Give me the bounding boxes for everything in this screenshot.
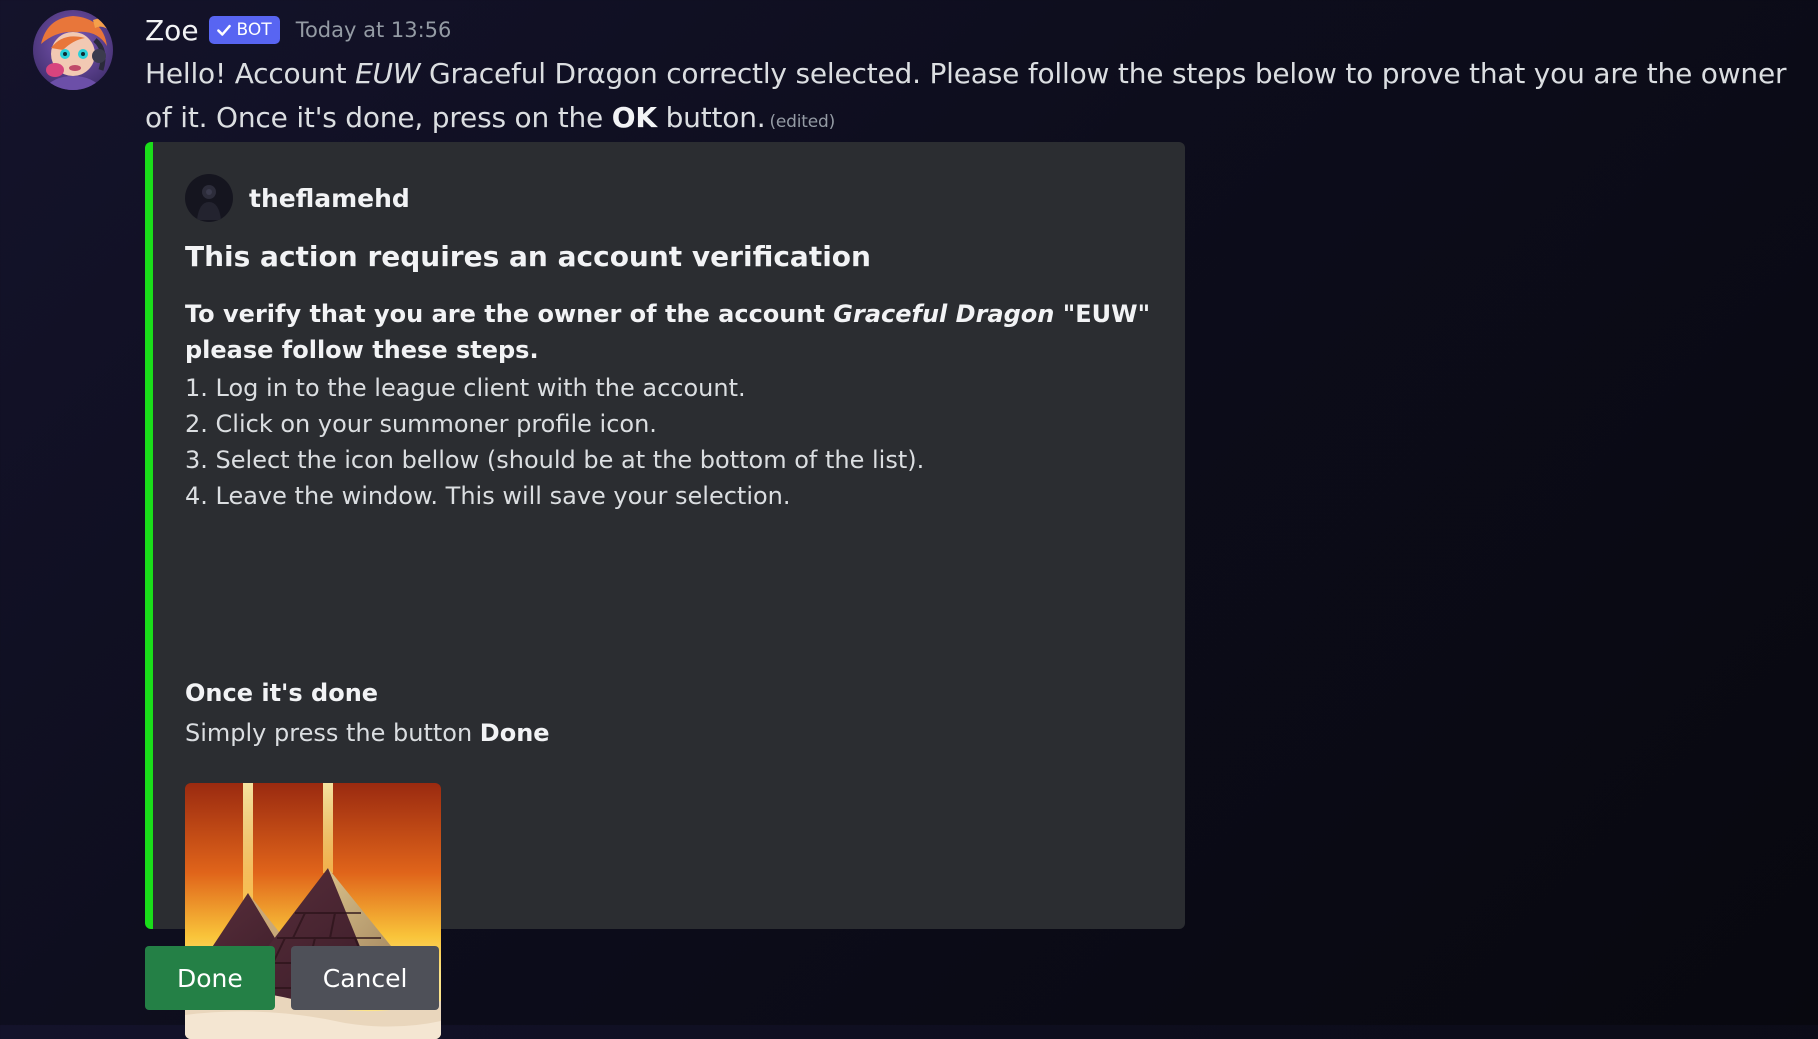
embed-title: This action requires an account verifica… bbox=[185, 240, 871, 273]
cancel-button[interactable]: Cancel bbox=[290, 946, 440, 1010]
bot-tag-label: BOT bbox=[236, 19, 272, 40]
field-name: Once it's done bbox=[185, 679, 379, 707]
field-value-bold: Done bbox=[479, 719, 550, 747]
message-region: EUW bbox=[355, 57, 421, 90]
timestamp[interactable]: Today at 13:56 bbox=[296, 18, 452, 42]
lead-text-part1: To verify that you are the owner of the … bbox=[185, 300, 834, 328]
chat-message: Zoe BOT Today at 13:56 Hello! Account EU… bbox=[0, 0, 1818, 1039]
message-header: Zoe BOT Today at 13:56 bbox=[145, 8, 451, 52]
step-item: 2. Click on your summoner profile icon. bbox=[185, 410, 657, 438]
verified-check-icon bbox=[216, 24, 231, 36]
done-button[interactable]: Done bbox=[145, 946, 275, 1010]
embed-author-avatar bbox=[185, 174, 233, 222]
embed-description: To verify that you are the owner of the … bbox=[185, 296, 1175, 514]
verification-embed: theflamehd This action requires an accou… bbox=[145, 142, 1185, 1039]
embed-field: Once it's done Simply press the button D… bbox=[185, 675, 1175, 751]
action-buttons: Done Cancel bbox=[145, 946, 440, 1010]
message-text-part1: Hello! Account bbox=[145, 57, 356, 90]
avatar-image bbox=[33, 10, 113, 90]
steps-list: 1. Log in to the league client with the … bbox=[185, 370, 1175, 514]
message-ok-word: OK bbox=[611, 101, 657, 134]
author-name[interactable]: Zoe bbox=[145, 14, 199, 47]
message-content: Hello! Account EUW Graceful Drαgon corre… bbox=[145, 52, 1805, 144]
step-item: 4. Leave the window. This will save your… bbox=[185, 482, 791, 510]
field-value: Simply press the button Done bbox=[185, 715, 1175, 751]
step-item: 3. Select the icon bellow (should be at … bbox=[185, 446, 925, 474]
description-lead: To verify that you are the owner of the … bbox=[185, 296, 1175, 368]
step-item: 1. Log in to the league client with the … bbox=[185, 374, 746, 402]
message-text-part3: button. bbox=[656, 101, 766, 134]
embed-author: theflamehd bbox=[185, 174, 410, 222]
field-value-text: Simply press the button bbox=[185, 719, 480, 747]
embed-author-avatar-image bbox=[185, 174, 233, 222]
edited-marker[interactable]: (edited) bbox=[769, 112, 835, 132]
lead-account-name: Graceful Dragon bbox=[833, 300, 1055, 328]
bot-tag: BOT bbox=[208, 16, 280, 44]
embed-author-name: theflamehd bbox=[249, 183, 410, 213]
zoe-avatar[interactable] bbox=[33, 10, 113, 90]
